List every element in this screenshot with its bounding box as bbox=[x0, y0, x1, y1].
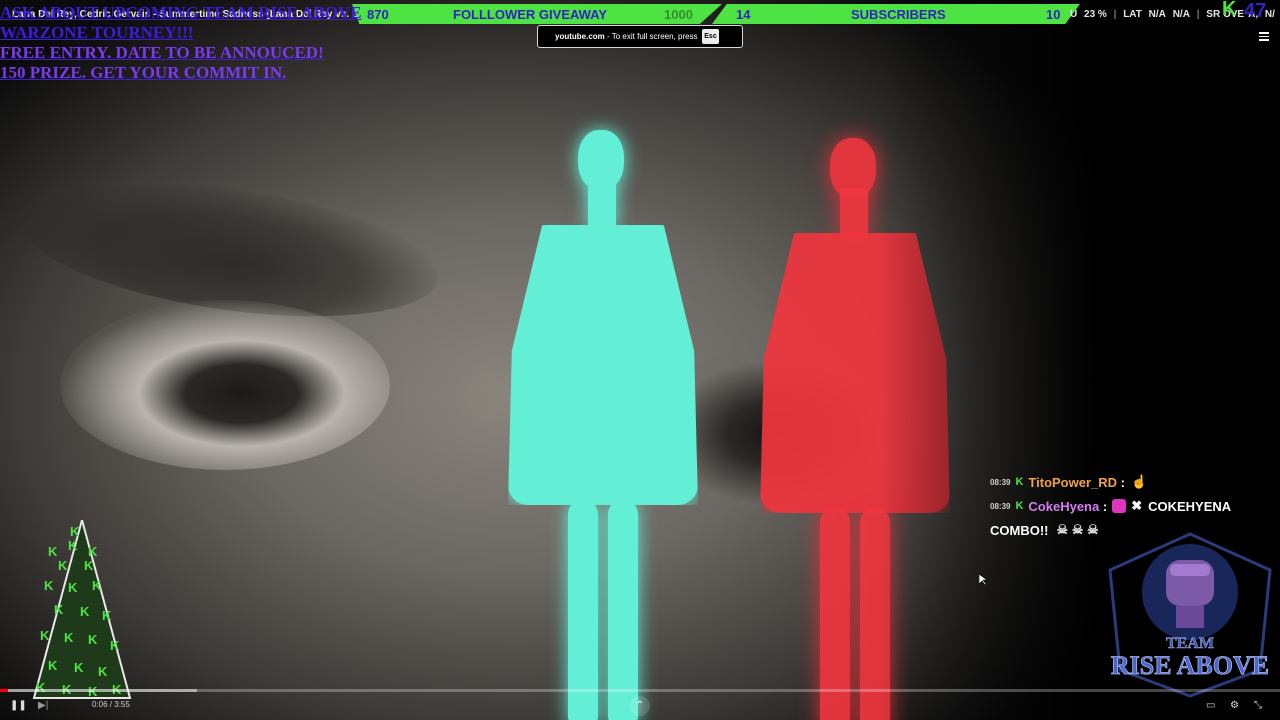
announcement-line-3: FREE ENTRY. DATE TO BE ANNOUCED! bbox=[0, 43, 324, 62]
subs-label: SUBSCRIBERS bbox=[851, 7, 946, 22]
kick-count: 47 bbox=[1244, 0, 1267, 22]
lat-value-1: N/A bbox=[1148, 9, 1166, 20]
number-3-emote-icon bbox=[1112, 499, 1127, 513]
kick-badge-icon: K bbox=[1015, 476, 1024, 488]
giveaway-count: 870 bbox=[367, 7, 389, 22]
svg-text:K: K bbox=[68, 538, 78, 553]
giveaway-label: FOLLLOWER GIVEAWAY bbox=[453, 7, 608, 22]
team-rise-above-logo: TEAM RISE ABOVE bbox=[1108, 532, 1272, 698]
chevron-up-icon[interactable]: ⌃ bbox=[630, 696, 650, 716]
svg-text:K: K bbox=[40, 628, 50, 643]
kick-tree-graphic: KK K K K KK K KK K K KKKK K K KK KKK bbox=[32, 520, 132, 699]
svg-text:K: K bbox=[110, 638, 120, 653]
next-icon[interactable]: ▶| bbox=[38, 700, 48, 711]
svg-text:K: K bbox=[102, 608, 112, 623]
toast-message: - To exit full screen, press bbox=[604, 32, 698, 41]
played-bar bbox=[0, 689, 8, 692]
progress-bar[interactable] bbox=[0, 689, 1280, 692]
chat-message: 08:39 K CokeHyena : ✖ COKEHYENA bbox=[990, 498, 1232, 514]
chat-text: COMBO!! bbox=[990, 522, 1049, 538]
svg-text:K: K bbox=[88, 632, 98, 647]
lat-value-2: N/A bbox=[1172, 9, 1190, 20]
gear-icon[interactable]: ⚙ bbox=[1230, 700, 1239, 711]
svg-text:K: K bbox=[54, 602, 64, 617]
announcement-line-1: ASK ABOUT UPCOMING TEAM RISE ABOVE bbox=[0, 3, 362, 22]
menu-icon[interactable] bbox=[1259, 32, 1269, 41]
fullscreen-toast: youtube.com - To exit full screen, press… bbox=[537, 25, 743, 48]
buffer-bar bbox=[0, 689, 197, 692]
kick-logo-icon: K bbox=[1222, 0, 1237, 20]
svg-text:K: K bbox=[48, 544, 58, 559]
giveaway-goal: 1000 bbox=[664, 7, 693, 22]
svg-text:K: K bbox=[92, 578, 102, 593]
cpu-value: 23 % bbox=[1084, 9, 1107, 20]
svg-text:K: K bbox=[64, 630, 74, 645]
svg-text:K: K bbox=[74, 660, 84, 675]
toast-domain: youtube.com bbox=[555, 32, 605, 41]
captions-icon[interactable]: ▭ bbox=[1206, 700, 1215, 711]
tourney-announcement: ASK ABOUT UPCOMING TEAM RISE ABOVE WARZO… bbox=[0, 3, 362, 83]
svg-text:K: K bbox=[98, 664, 108, 679]
svg-text:K: K bbox=[58, 558, 68, 573]
cpu-label: U bbox=[1070, 9, 1078, 20]
svg-text:K: K bbox=[48, 658, 58, 673]
svg-text:K: K bbox=[80, 604, 90, 619]
chat-username: TitoPower_RD bbox=[1028, 474, 1118, 490]
team-logo-line2: RISE ABOVE bbox=[1111, 651, 1269, 680]
kick-badge-icon: K bbox=[1015, 500, 1024, 512]
stats-tail: N/ bbox=[1264, 9, 1275, 20]
announcement-line-2: WARZONE TOURNEY!!! bbox=[0, 23, 194, 42]
chat-timestamp: 08:39 bbox=[990, 477, 1011, 487]
announcement-line-4: 150 PRIZE. GET YOUR COMMIT IN. bbox=[0, 63, 287, 82]
lat-label: LAT bbox=[1123, 9, 1142, 20]
svg-text:K: K bbox=[88, 544, 98, 559]
team-logo-line1: TEAM bbox=[1166, 635, 1214, 652]
chat-message: 08:39 K TitoPower_RD : ☝ bbox=[990, 474, 1148, 490]
time-display: 0:06 / 3:55 bbox=[92, 700, 130, 709]
subs-goal: 10 bbox=[1046, 7, 1061, 22]
x-emote-icon: ✖ bbox=[1131, 498, 1143, 513]
exit-fullscreen-icon[interactable]: ⤡ bbox=[1254, 700, 1262, 711]
svg-text:K: K bbox=[36, 680, 46, 695]
chat-username: CokeHyena bbox=[1028, 498, 1100, 514]
svg-text:K: K bbox=[70, 524, 80, 539]
pause-icon[interactable]: ❚❚ bbox=[10, 700, 27, 711]
esc-key: Esc bbox=[702, 29, 719, 44]
hand-emote-icon: ☝ bbox=[1130, 474, 1148, 489]
chat-text: COKEHYENA bbox=[1148, 498, 1232, 514]
chat-timestamp: 08:39 bbox=[990, 501, 1011, 511]
video-frame[interactable] bbox=[0, 0, 1280, 720]
subs-count: 14 bbox=[736, 7, 751, 22]
eye-left bbox=[60, 300, 390, 470]
svg-text:K: K bbox=[44, 578, 54, 593]
svg-text:K: K bbox=[68, 580, 78, 595]
skull-emote-icon: ☠ ☠ ☠ bbox=[1056, 522, 1099, 537]
svg-text:K: K bbox=[84, 558, 94, 573]
